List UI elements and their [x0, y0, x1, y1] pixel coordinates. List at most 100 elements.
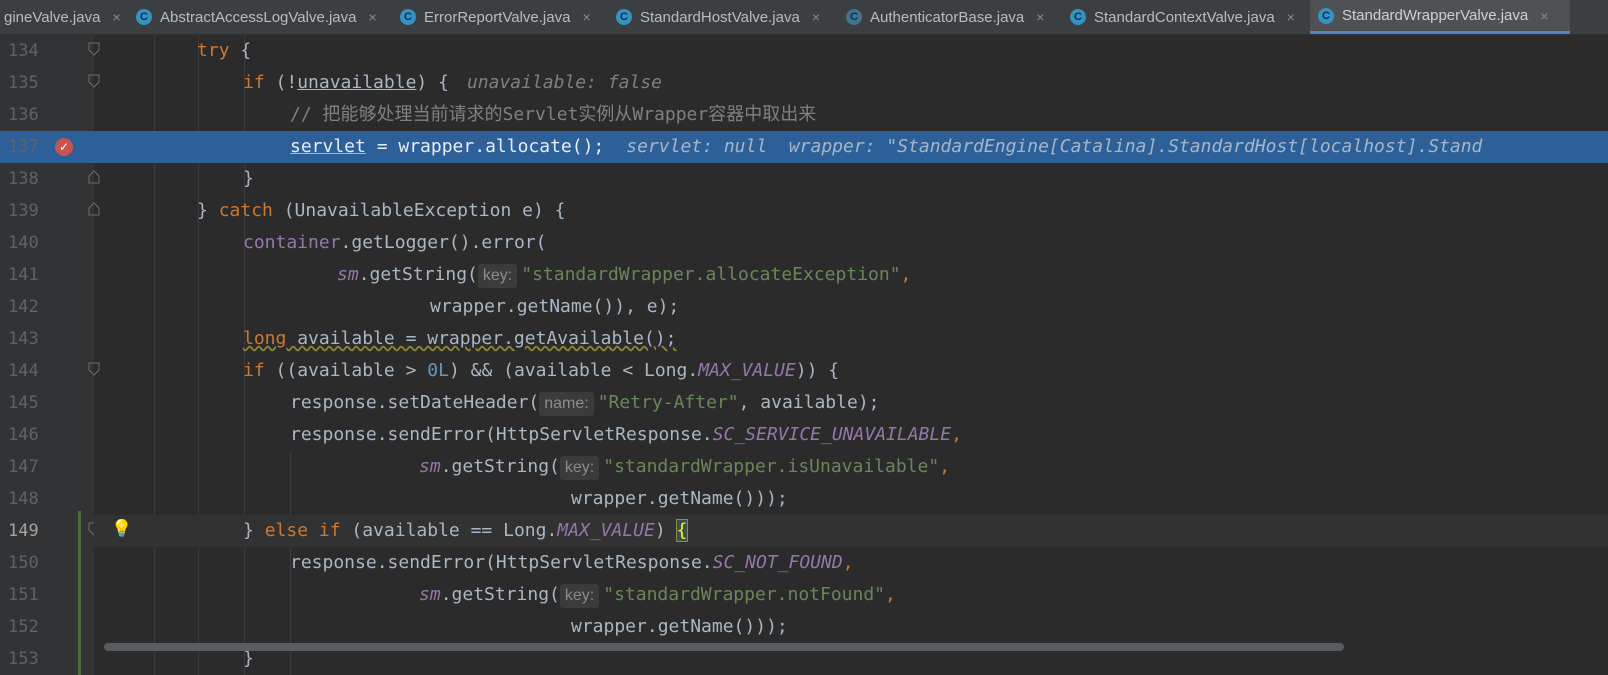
close-icon[interactable]: ×	[582, 9, 590, 25]
gutter-line[interactable]: 138	[0, 163, 100, 195]
code-area[interactable]: try { if (!unavailable) {unavailable: fa…	[94, 35, 1608, 675]
close-icon[interactable]: ×	[369, 9, 377, 25]
gutter-line[interactable]: 147	[0, 451, 94, 483]
code-line[interactable]: sm.getString(key: "standardWrapper.isUnav…	[94, 451, 1608, 483]
close-icon[interactable]: ×	[1036, 9, 1044, 25]
gutter-line[interactable]: 142	[0, 291, 94, 323]
close-icon[interactable]: ×	[1540, 8, 1548, 24]
class-icon: C	[1070, 9, 1086, 25]
tab-standardwrappervalve[interactable]: C StandardWrapperValve.java ×	[1310, 0, 1570, 34]
keyword: if	[243, 72, 265, 93]
code-line-current[interactable]: } else if (available == Long.MAX_VALUE) …	[94, 515, 1608, 547]
editor-gutter[interactable]: 134 135 136 137 ✓ 138 139 140 141 142 14…	[0, 35, 100, 675]
code-line[interactable]: sm.getString(key: "standardWrapper.alloca…	[94, 259, 1608, 291]
gutter-line[interactable]: 141	[0, 259, 94, 291]
code-line[interactable]: container.getLogger().error(	[94, 227, 1608, 259]
string-literal: "Retry-After"	[597, 392, 739, 413]
code-text: wrapper.getName()));	[571, 488, 788, 509]
close-icon[interactable]: ×	[812, 9, 820, 25]
close-icon[interactable]: ×	[1287, 9, 1295, 25]
gutter-line[interactable]: 135	[0, 67, 100, 99]
gutter-line[interactable]: 146	[0, 419, 94, 451]
close-icon[interactable]: ×	[112, 9, 120, 25]
code-editor[interactable]: 134 135 136 137 ✓ 138 139 140 141 142 14…	[0, 35, 1608, 675]
code-text: .getLogger().error(	[340, 232, 547, 253]
line-number: 142	[8, 297, 39, 317]
code-text: )) {	[795, 360, 840, 381]
class-icon: C	[400, 9, 416, 25]
gutter-line[interactable]: 145	[0, 387, 94, 419]
code-line[interactable]: } catch (UnavailableException e) {	[94, 195, 1608, 227]
gutter-line[interactable]: 148	[0, 483, 94, 515]
tab-standardhostvalve[interactable]: C StandardHostValve.java ×	[608, 0, 836, 34]
line-number: 144	[8, 361, 39, 381]
code-line[interactable]: wrapper.getName()));	[94, 611, 1608, 643]
gutter-line[interactable]: 143	[0, 323, 94, 355]
code-text: (!	[264, 72, 298, 93]
tab-label: AuthenticatorBase.java	[870, 8, 1025, 26]
gutter-line[interactable]: 152	[0, 611, 94, 643]
code-text: ,	[885, 584, 896, 605]
code-line[interactable]: long available = wrapper.getAvailable();	[94, 323, 1608, 355]
breakpoint-icon[interactable]: ✓	[55, 138, 73, 156]
line-number: 150	[8, 553, 39, 573]
gutter-line[interactable]: 140	[0, 227, 94, 259]
gutter-line[interactable]: 134	[0, 35, 100, 67]
static-field: sm	[419, 584, 441, 605]
gutter-line[interactable]: 153	[0, 643, 94, 675]
tab-authenticatorbase[interactable]: C AuthenticatorBase.java ×	[838, 0, 1060, 34]
tab-label: StandardWrapperValve.java	[1342, 7, 1529, 24]
line-number: 139	[8, 201, 39, 221]
keyword: if	[243, 360, 265, 381]
gutter-line[interactable]: 144	[0, 355, 100, 387]
code-line-execution-point[interactable]: servlet = wrapper.allocate(); servlet: nu…	[94, 131, 1608, 163]
code-text: available = wrapper.getAvailable();	[286, 328, 677, 349]
gutter-line[interactable]: 136	[0, 99, 94, 131]
code-line[interactable]: response.sendError(HttpServletResponse.S…	[94, 547, 1608, 579]
debug-inline-value: servlet: null wrapper: "StandardEngine[C…	[626, 136, 1483, 157]
tab-errorreportvalve[interactable]: C ErrorReportValve.java ×	[392, 0, 606, 34]
code-line[interactable]: response.setDateHeader(name: "Retry-After…	[94, 387, 1608, 419]
tab-label: AbstractAccessLogValve.java	[160, 8, 357, 26]
string-literal: "standardWrapper.isUnavailable"	[603, 456, 940, 477]
gutter-line-current[interactable]: 149	[0, 515, 100, 547]
code-line[interactable]: if ((available > 0L) && (available < Lon…	[94, 355, 1608, 387]
line-number: 153	[8, 649, 39, 669]
line-number: 140	[8, 233, 39, 253]
tab-standardcontextvalve[interactable]: C StandardContextValve.java ×	[1062, 0, 1308, 34]
number-literal: 0L	[427, 360, 449, 381]
gutter-line-breakpoint[interactable]: 137 ✓	[0, 131, 94, 163]
horizontal-scrollbar[interactable]	[104, 643, 1344, 651]
code-text: response.sendError(HttpServletResponse.	[290, 424, 713, 445]
code-text: .getString(	[440, 584, 560, 605]
tab-abstractaccesslogvalve[interactable]: C AbstractAccessLogValve.java ×	[128, 0, 390, 34]
code-text: ) && (available < Long.	[448, 360, 699, 381]
gutter-line[interactable]: 150	[0, 547, 94, 579]
line-number: 136	[8, 105, 39, 125]
code-line[interactable]: response.sendError(HttpServletResponse.S…	[94, 419, 1608, 451]
code-text: ,	[939, 456, 951, 477]
line-number: 143	[8, 329, 39, 349]
code-text: , available);	[738, 392, 880, 413]
line-number: 141	[8, 265, 39, 285]
code-line[interactable]: }	[94, 163, 1608, 195]
line-number: 135	[8, 73, 39, 93]
code-text: wrapper.getName()), e);	[430, 296, 680, 317]
tab-label: gineValve.java	[4, 8, 101, 26]
gutter-line[interactable]: 151	[0, 579, 94, 611]
string-literal: "standardWrapper.notFound"	[603, 584, 886, 605]
gutter-line[interactable]: 139	[0, 195, 100, 227]
code-line[interactable]: sm.getString(key: "standardWrapper.notFou…	[94, 579, 1608, 611]
static-field: sm	[337, 264, 359, 285]
code-line[interactable]: wrapper.getName()), e);	[94, 291, 1608, 323]
code-line[interactable]: // 把能够处理当前请求的Servlet实例从Wrapper容器中取出来	[94, 99, 1608, 131]
code-text: (UnavailableException e) {	[272, 200, 566, 221]
code-text: ) {	[416, 72, 449, 93]
lightbulb-icon[interactable]: 💡	[111, 519, 132, 539]
code-line[interactable]: wrapper.getName()));	[94, 483, 1608, 515]
code-line[interactable]: if (!unavailable) {unavailable: false	[94, 67, 1608, 99]
code-line[interactable]: try {	[94, 35, 1608, 67]
code-text: }	[243, 168, 254, 189]
tab-enginevalve[interactable]: gineValve.java ×	[0, 0, 126, 34]
static-field: MAX_VALUE	[698, 360, 796, 381]
